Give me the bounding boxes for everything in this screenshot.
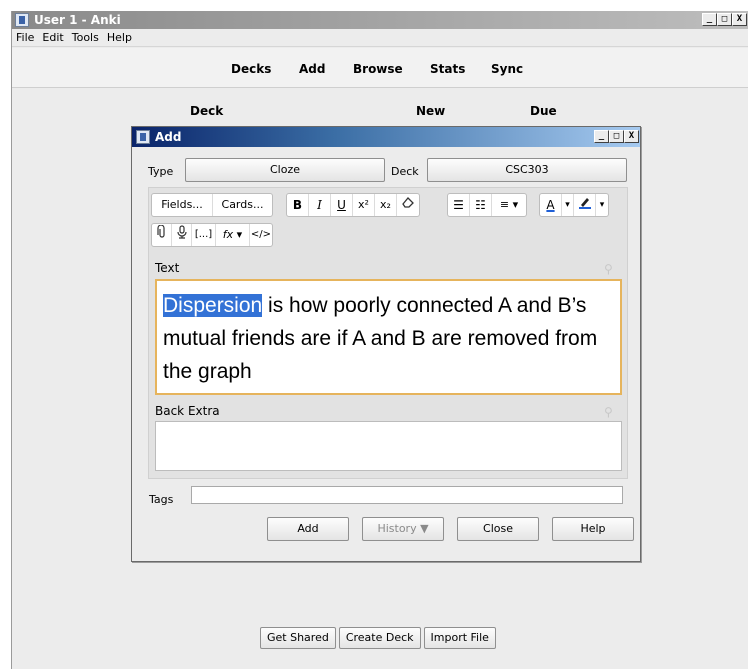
toolbar-sync[interactable]: Sync	[491, 62, 523, 76]
text-color-icon[interactable]: A	[540, 194, 562, 216]
main-title-bar[interactable]: User 1 - Anki _ □ X	[12, 11, 748, 29]
window-title: User 1 - Anki	[34, 13, 121, 27]
text-field-label: Text	[155, 261, 180, 275]
minimize-button[interactable]: _	[702, 13, 717, 26]
highlight-icon[interactable]	[574, 194, 596, 216]
anki-icon	[136, 130, 150, 144]
cards-button[interactable]: Cards...	[213, 194, 272, 216]
cloze-button[interactable]: [...]	[192, 224, 216, 246]
eraser-icon[interactable]	[397, 194, 419, 216]
toolbar-decks[interactable]: Decks	[231, 62, 271, 76]
dialog-title: Add	[155, 130, 182, 144]
type-label: Type	[148, 165, 174, 178]
history-button[interactable]: History ▼	[362, 517, 444, 541]
selected-text: Dispersion	[163, 294, 263, 317]
dialog-maximize-button[interactable]: □	[609, 130, 624, 143]
dialog-window-controls: _ □ X	[594, 130, 639, 143]
list-group: ☰ ☷ ≡ ▾	[447, 193, 527, 217]
deck-label: Deck	[391, 165, 419, 178]
column-due: Due	[530, 104, 557, 118]
toolbar-browse[interactable]: Browse	[353, 62, 403, 76]
menu-tools[interactable]: Tools	[72, 29, 99, 46]
highlight-dropdown[interactable]: ▾	[596, 194, 608, 216]
underline-button[interactable]: U	[331, 194, 353, 216]
main-toolbar: Decks Add Browse Stats Sync	[12, 48, 748, 88]
deck-table-header: Deck New Due	[12, 104, 748, 124]
pin-icon[interactable]: ⚲	[604, 263, 616, 275]
anki-icon	[15, 13, 29, 27]
subscript-button[interactable]: x₂	[375, 194, 397, 216]
deck-select-button[interactable]: CSC303	[427, 158, 627, 182]
note-type-button[interactable]: Cloze	[185, 158, 385, 182]
numbered-list-button[interactable]: ☷	[470, 194, 492, 216]
align-dropdown[interactable]: ≡ ▾	[492, 194, 526, 216]
bottom-button-bar: Get Shared Create Deck Import File	[260, 627, 496, 649]
menu-bar: File Edit Tools Help	[12, 29, 748, 47]
note-editor: Fields... Cards... B I U x² x₂ ☰ ☷ ≡ ▾ A…	[148, 187, 628, 479]
insert-group: [...] fx ▾ </>	[151, 223, 273, 247]
format-group: B I U x² x₂	[286, 193, 420, 217]
menu-edit[interactable]: Edit	[42, 29, 63, 46]
get-shared-button[interactable]: Get Shared	[260, 627, 336, 649]
maximize-button[interactable]: □	[717, 13, 732, 26]
dialog-button-bar: Add History ▼ Close Help	[267, 517, 634, 541]
add-button[interactable]: Add	[267, 517, 349, 541]
text-field-editor[interactable]: Dispersion is how poorly connected A and…	[155, 279, 622, 395]
back-extra-label: Back Extra	[155, 404, 220, 418]
html-editor-button[interactable]: </>	[250, 224, 272, 246]
toolbar-add[interactable]: Add	[299, 62, 325, 76]
toolbar-stats[interactable]: Stats	[430, 62, 465, 76]
bullet-list-button[interactable]: ☰	[448, 194, 470, 216]
column-deck: Deck	[190, 104, 224, 118]
italic-button[interactable]: I	[309, 194, 331, 216]
text-color-dropdown[interactable]: ▾	[562, 194, 574, 216]
close-dialog-button[interactable]: Close	[457, 517, 539, 541]
dialog-close-button[interactable]: X	[624, 130, 639, 143]
create-deck-button[interactable]: Create Deck	[338, 627, 421, 649]
back-extra-editor[interactable]	[155, 421, 622, 471]
fields-button[interactable]: Fields...	[152, 194, 213, 216]
color-group: A ▾ ▾	[539, 193, 609, 217]
import-file-button[interactable]: Import File	[423, 627, 496, 649]
add-dialog-title-bar[interactable]: Add _ □ X	[132, 127, 640, 147]
menu-file[interactable]: File	[16, 29, 34, 46]
tags-label: Tags	[149, 493, 174, 506]
close-button[interactable]: X	[732, 13, 747, 26]
menu-help[interactable]: Help	[107, 29, 132, 46]
dialog-minimize-button[interactable]: _	[594, 130, 609, 143]
pin-icon[interactable]: ⚲	[604, 406, 616, 418]
paperclip-icon[interactable]	[152, 224, 172, 246]
column-new: New	[416, 104, 446, 118]
superscript-button[interactable]: x²	[353, 194, 375, 216]
math-dropdown[interactable]: fx ▾	[216, 224, 250, 246]
bold-button[interactable]: B	[287, 194, 309, 216]
fields-cards-group: Fields... Cards...	[151, 193, 273, 217]
help-button[interactable]: Help	[552, 517, 634, 541]
add-dialog: Add _ □ X Type Cloze Deck CSC303 Fields.…	[131, 126, 641, 562]
tags-input[interactable]	[191, 486, 623, 504]
main-window-controls: _ □ X	[702, 13, 747, 26]
microphone-icon[interactable]	[172, 224, 192, 246]
